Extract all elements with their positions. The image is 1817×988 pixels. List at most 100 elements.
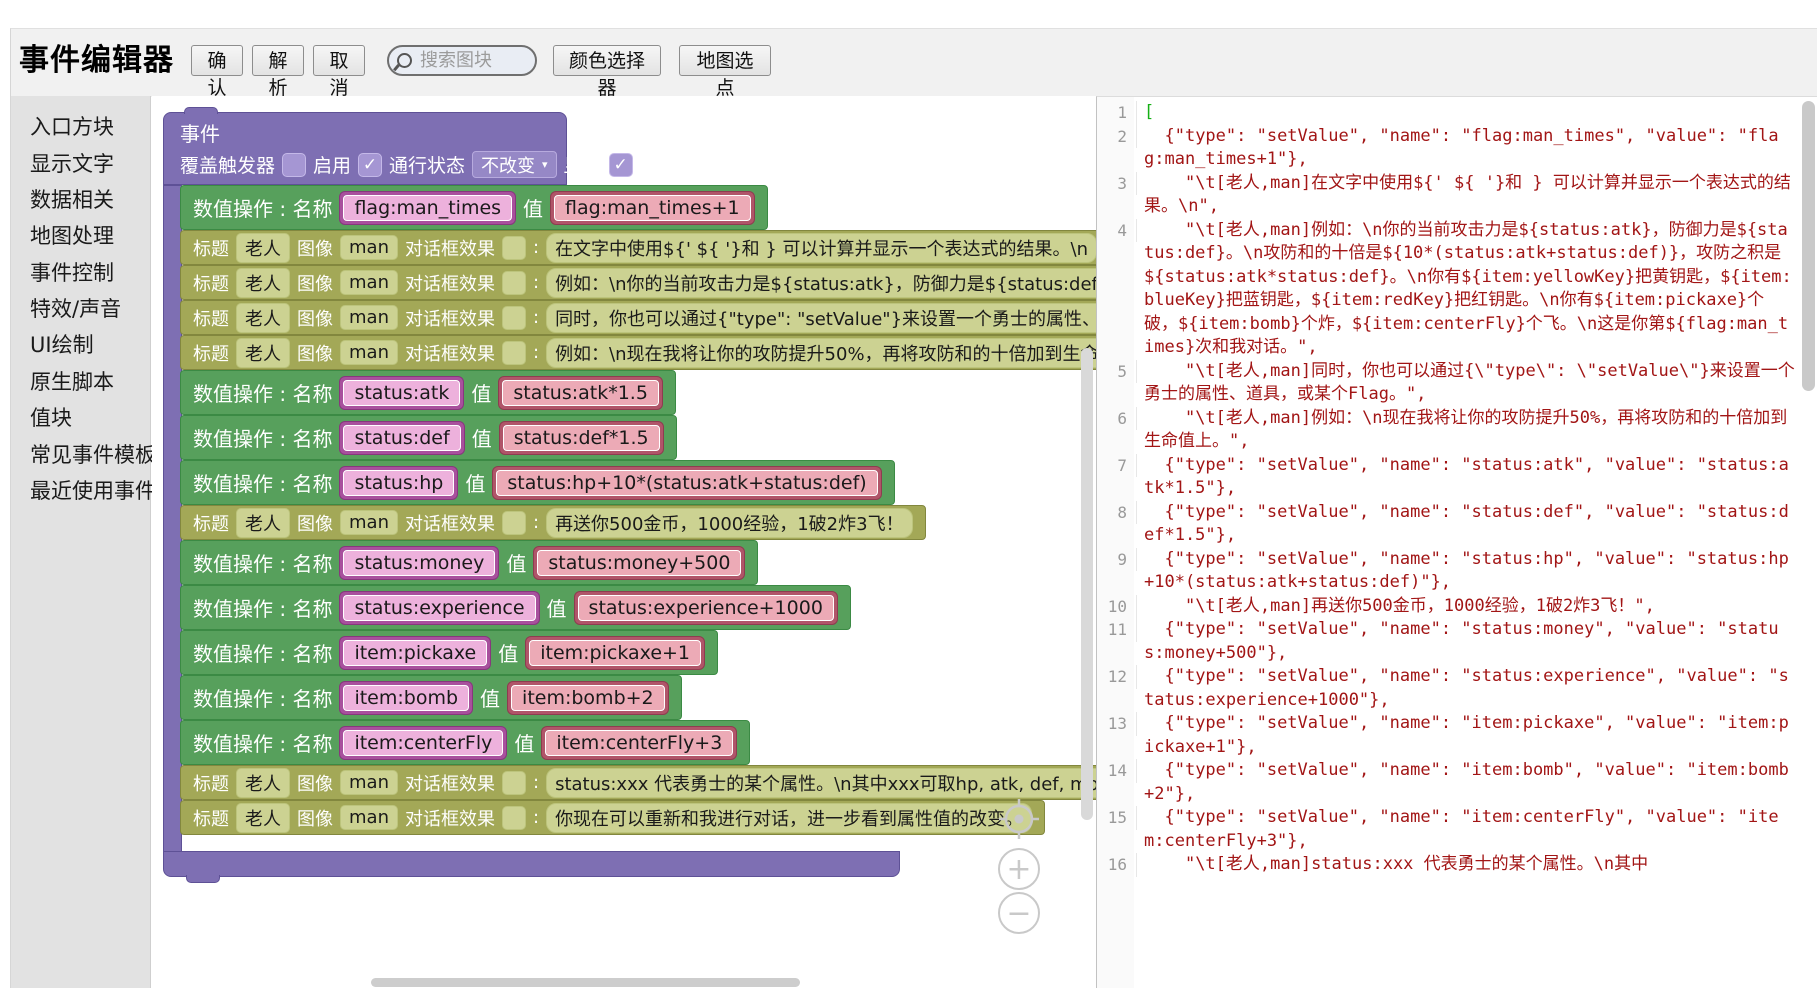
value-chip[interactable]: item:pickaxe+1 [525,636,705,670]
title-chip[interactable]: 老人 [236,303,290,333]
code-scrollbar[interactable] [1802,101,1815,391]
block-label: 数值操作 : 名称 [193,378,332,407]
code-line: 13 {"type": "setValue", "name": "item:pi… [1097,712,1795,759]
checkbox-unchecked[interactable]: ✓ [282,153,306,177]
effect-chip[interactable] [502,271,526,295]
dialog-text-block[interactable]: 标题老人图像man对话框效果:在文字中使用${' ${ '}和 } 可以计算并显… [180,230,1096,265]
title-chip[interactable]: 老人 [236,768,290,798]
name-chip[interactable]: item:centerFly [339,726,507,760]
name-chip[interactable]: status:def [339,421,464,455]
image-chip[interactable]: man [340,510,398,535]
workspace-horizontal-scrollbar[interactable] [371,978,800,987]
text-chip[interactable]: 在文字中使用${' ${ '}和 } 可以计算并显示一个表达式的结果。\n [546,233,1096,263]
image-chip[interactable]: man [340,805,398,830]
value-chip[interactable]: item:bomb+2 [507,681,669,715]
search-input[interactable] [418,49,532,72]
image-chip[interactable]: man [340,270,398,295]
checkbox-checked[interactable]: ✓ [609,153,633,177]
zoom-reset-button[interactable] [998,798,1040,844]
setvalue-block[interactable]: 数值操作 : 名称flag:man_times值flag:man_times+1 [180,185,768,230]
text-chip[interactable]: 例如：\n你的当前攻击力是${status:atk}，防御力是${status:… [546,268,1096,298]
setvalue-block[interactable]: 数值操作 : 名称status:experience值status:experi… [180,585,851,630]
text-chip[interactable]: 例如：\n现在我将让你的攻防提升50%，再将攻防和的十倍加到生命值上。 [546,338,1096,368]
value-chip[interactable]: status:hp+10*(status:atk+status:def) [492,466,881,500]
text-chip[interactable]: 同时，你也可以通过{"type": "setValue"}来设置一个勇士的属性、… [546,303,1096,333]
effect-chip[interactable] [502,341,526,365]
text-chip[interactable]: 你现在可以重新和我进行对话，进一步看到属性值的改变。 [546,803,1032,833]
setvalue-block[interactable]: 数值操作 : 名称status:def值status:def*1.5 [180,415,677,460]
image-chip[interactable]: man [340,340,398,365]
blockly-workspace[interactable]: 事件 覆盖触发器✓启用✓通行状态不改变▾显伤✓ 数值操作 : 名称flag:ma… [152,96,1096,988]
chevron-down-icon: ▾ [542,158,548,171]
name-chip[interactable]: status:atk [339,376,464,410]
title-chip[interactable]: 老人 [236,268,290,298]
effect-chip[interactable] [502,806,526,830]
cancel-button[interactable]: 取消 [313,45,365,76]
title-chip[interactable]: 老人 [236,338,290,368]
confirm-button[interactable]: 确认 [191,45,243,76]
sidebar-item-数据相关[interactable]: 数据相关 [11,181,150,217]
block-label: 对话框效果 [405,510,495,536]
name-chip[interactable]: flag:man_times [339,191,516,225]
image-chip[interactable]: man [340,770,398,795]
dialog-text-block[interactable]: 标题老人图像man对话框效果:例如：\n现在我将让你的攻防提升50%，再将攻防和… [180,335,1096,370]
sidebar-item-显示文字[interactable]: 显示文字 [11,144,150,180]
color-picker-button[interactable]: 颜色选择器 [553,45,661,76]
name-chip[interactable]: item:bomb [339,681,473,715]
value-chip[interactable]: flag:man_times+1 [550,191,755,225]
sidebar-item-入口方块[interactable]: 入口方块 [11,108,150,144]
setvalue-block[interactable]: 数值操作 : 名称item:pickaxe值item:pickaxe+1 [180,630,718,675]
sidebar-item-事件控制[interactable]: 事件控制 [11,254,150,290]
zoom-out-button[interactable]: − [998,892,1040,934]
value-chip[interactable]: status:experience+1000 [574,591,838,625]
sidebar-item-地图处理[interactable]: 地图处理 [11,217,150,253]
passability-dropdown[interactable]: 不改变▾ [472,151,557,178]
dialog-text-block[interactable]: 标题老人图像man对话框效果:同时，你也可以通过{"type": "setVal… [180,300,1096,335]
title-chip[interactable]: 老人 [236,803,290,833]
sidebar-item-值块[interactable]: 值块 [11,399,150,435]
effect-chip[interactable] [502,306,526,330]
sidebar-item-特效/声音[interactable]: 特效/声音 [11,290,150,326]
code-line: 8 {"type": "setValue", "name": "status:d… [1097,501,1795,548]
value-chip[interactable]: status:atk*1.5 [498,376,663,410]
effect-chip[interactable] [502,511,526,535]
setvalue-block[interactable]: 数值操作 : 名称status:hp值status:hp+10*(status:… [180,460,895,505]
text-chip[interactable]: status:xxx 代表勇士的某个属性。\n其中xxx可取hp, atk, d… [546,768,1096,798]
map-pick-button[interactable]: 地图选点 [679,45,771,76]
name-chip[interactable]: status:hp [339,466,458,500]
effect-chip[interactable] [502,771,526,795]
block-search [387,45,537,76]
value-chip[interactable]: item:centerFly+3 [541,726,737,760]
title-chip[interactable]: 老人 [236,508,290,538]
dialog-text-block[interactable]: 标题老人图像man对话框效果:你现在可以重新和我进行对话，进一步看到属性值的改变… [180,800,1045,835]
code-editor[interactable]: 1[2 {"type": "setValue", "name": "flag:m… [1096,96,1817,988]
setvalue-block[interactable]: 数值操作 : 名称item:bomb值item:bomb+2 [180,675,682,720]
setvalue-block[interactable]: 数值操作 : 名称status:atk值status:atk*1.5 [180,370,676,415]
workspace-vertical-scrollbar[interactable] [1081,348,1093,820]
name-chip[interactable]: status:money [339,546,499,580]
line-number: 1 [1097,101,1137,125]
image-chip[interactable]: man [340,235,398,260]
sidebar-item-原生脚本[interactable]: 原生脚本 [11,363,150,399]
title-chip[interactable]: 老人 [236,233,290,263]
text-chip[interactable]: 再送你500金币，1000经验，1破2炸3飞！ [546,508,913,538]
image-chip[interactable]: man [340,305,398,330]
effect-chip[interactable] [502,236,526,260]
sidebar-item-常见事件模板[interactable]: 常见事件模板 [11,435,150,471]
checkbox-checked[interactable]: ✓ [358,153,382,177]
sidebar-item-最近使用事件[interactable]: 最近使用事件 [11,472,150,508]
zoom-in-button[interactable]: + [998,848,1040,890]
dialog-text-block[interactable]: 标题老人图像man对话框效果:例如：\n你的当前攻击力是${status:atk… [180,265,1096,300]
sidebar-item-UI绘制[interactable]: UI绘制 [11,326,150,362]
parse-button[interactable]: 解析 [252,45,304,76]
dialog-text-block[interactable]: 标题老人图像man对话框效果:再送你500金币，1000经验，1破2炸3飞！ [180,505,926,540]
name-chip[interactable]: status:experience [339,591,539,625]
event-block-header[interactable]: 事件 覆盖触发器✓启用✓通行状态不改变▾显伤✓ [163,112,567,185]
value-chip[interactable]: status:def*1.5 [499,421,664,455]
name-chip[interactable]: item:pickaxe [339,636,491,670]
line-number: 3 [1097,172,1137,196]
setvalue-block[interactable]: 数值操作 : 名称item:centerFly值item:centerFly+3 [180,720,750,765]
dialog-text-block[interactable]: 标题老人图像man对话框效果:status:xxx 代表勇士的某个属性。\n其中… [180,765,1096,800]
value-chip[interactable]: status:money+500 [533,546,745,580]
setvalue-block[interactable]: 数值操作 : 名称status:money值status:money+500 [180,540,758,585]
